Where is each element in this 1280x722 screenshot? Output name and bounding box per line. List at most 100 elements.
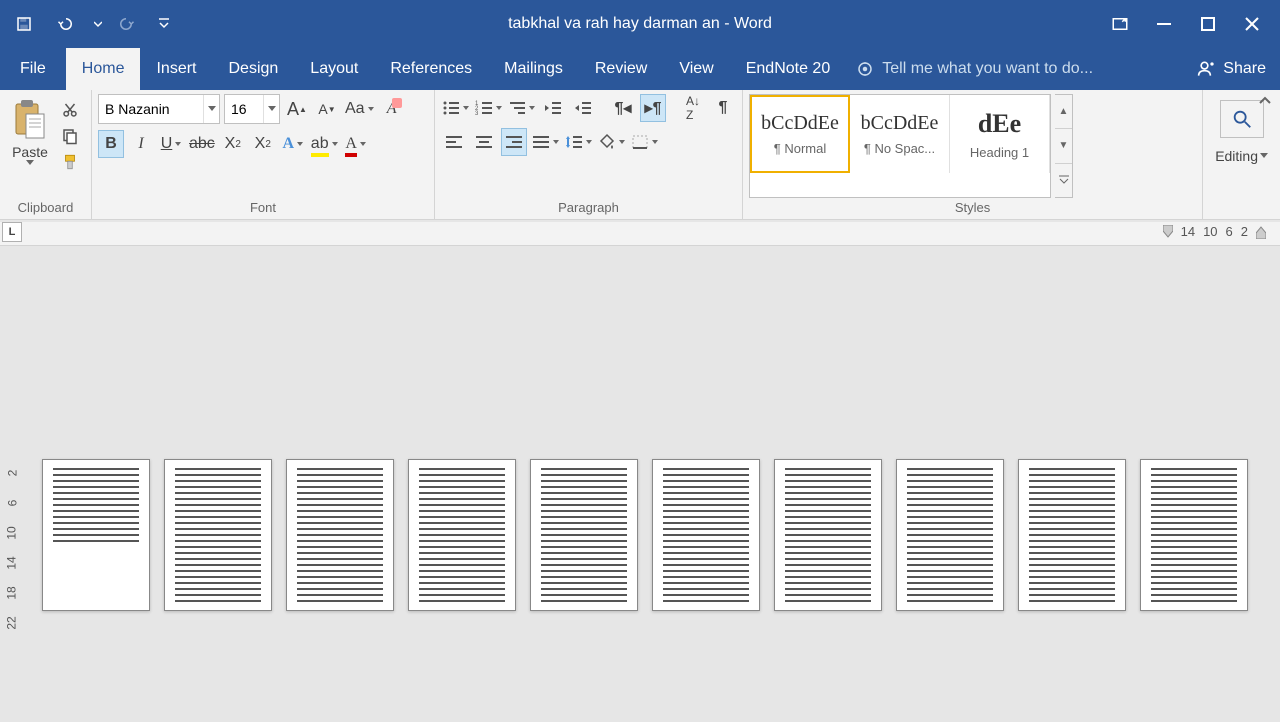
borders-button[interactable]	[630, 128, 659, 156]
horizontal-ruler[interactable]: 14 10 6 2	[1163, 224, 1266, 239]
styles-expand[interactable]	[1055, 164, 1072, 197]
style-preview: dEe	[978, 109, 1021, 139]
bold-button[interactable]: B	[98, 130, 124, 158]
redo-button[interactable]	[110, 8, 142, 40]
minimize-button[interactable]	[1144, 8, 1184, 40]
page-thumbnail[interactable]	[896, 459, 1004, 611]
tab-selector[interactable]: L	[2, 222, 22, 242]
decrease-indent-button[interactable]	[540, 94, 566, 122]
page-thumbnail[interactable]	[652, 459, 760, 611]
style-no-spacing[interactable]: bCcDdEe ¶ No Spac...	[850, 95, 950, 173]
page-thumbnail[interactable]	[408, 459, 516, 611]
increase-indent-button[interactable]	[570, 94, 596, 122]
cut-button[interactable]	[58, 98, 82, 122]
rtl-direction-button[interactable]: ▸¶	[640, 94, 666, 122]
font-size-combo[interactable]: 16	[224, 94, 280, 124]
tab-references[interactable]: References	[374, 48, 488, 90]
font-name-combo[interactable]: B Nazanin	[98, 94, 220, 124]
show-hide-button[interactable]: ¶	[710, 94, 736, 122]
undo-button[interactable]	[46, 8, 86, 40]
tab-mailings[interactable]: Mailings	[488, 48, 579, 90]
format-painter-button[interactable]	[58, 150, 82, 174]
window-title: tabkhal va rah hay darman an - Word	[508, 15, 772, 33]
font-size-dropdown[interactable]	[263, 95, 279, 123]
document-canvas[interactable]: 2 6 10 14 18 22	[0, 246, 1280, 722]
superscript-button[interactable]: X2	[250, 130, 276, 158]
style-name: ¶ No Spac...	[864, 141, 935, 156]
highlight-button[interactable]: ab	[310, 130, 339, 158]
paste-button[interactable]: Paste	[6, 94, 54, 168]
styles-gallery[interactable]: bCcDdEe ¶ Normal bCcDdEe ¶ No Spac... dE…	[749, 94, 1051, 198]
styles-scroll-down[interactable]: ▼	[1055, 129, 1072, 163]
shrink-font-button[interactable]: A▼	[314, 95, 340, 123]
line-spacing-button[interactable]	[564, 128, 593, 156]
svg-text:3: 3	[475, 111, 479, 116]
vertical-ruler[interactable]: 2 6 10 14 18 22	[2, 458, 22, 638]
numbering-button[interactable]: 123	[474, 94, 503, 122]
align-right-button[interactable]	[501, 128, 527, 156]
collapse-ribbon-button[interactable]	[1256, 92, 1274, 110]
tab-home[interactable]: Home	[66, 48, 141, 90]
page-thumbnail[interactable]	[530, 459, 638, 611]
undo-dropdown[interactable]	[92, 20, 104, 28]
tell-me-search[interactable]: Tell me what you want to do...	[856, 60, 1093, 78]
maximize-button[interactable]	[1188, 8, 1228, 40]
style-preview: bCcDdEe	[761, 112, 839, 135]
share-button[interactable]: Share	[1183, 48, 1280, 90]
tab-layout[interactable]: Layout	[294, 48, 374, 90]
chevron-down-icon	[1260, 153, 1268, 159]
indent-marker-icon[interactable]	[1256, 225, 1266, 239]
justify-button[interactable]	[531, 128, 560, 156]
underline-button[interactable]: U	[158, 130, 184, 158]
clipboard-icon	[10, 96, 50, 144]
tab-design[interactable]: Design	[212, 48, 294, 90]
tell-me-placeholder: Tell me what you want to do...	[882, 60, 1093, 78]
align-left-button[interactable]	[441, 128, 467, 156]
clear-formatting-button[interactable]: A	[379, 95, 405, 123]
multilevel-list-button[interactable]	[507, 94, 536, 122]
ltr-direction-button[interactable]: ¶◂	[610, 94, 636, 122]
share-label: Share	[1223, 60, 1266, 78]
sort-button[interactable]: A↓Z	[680, 94, 706, 122]
chevron-down-icon	[26, 160, 34, 166]
page-thumbnail[interactable]	[286, 459, 394, 611]
subscript-button[interactable]: X2	[220, 130, 246, 158]
style-heading1[interactable]: dEe Heading 1	[950, 95, 1050, 173]
page-thumbnail[interactable]	[1018, 459, 1126, 611]
page-thumbnail[interactable]	[164, 459, 272, 611]
tab-insert[interactable]: Insert	[140, 48, 212, 90]
strikethrough-button[interactable]: abc	[188, 130, 216, 158]
paragraph-group-label: Paragraph	[441, 198, 736, 217]
tab-endnote[interactable]: EndNote 20	[730, 48, 847, 90]
clipboard-group-label: Clipboard	[6, 198, 85, 217]
text-effects-button[interactable]: A	[280, 130, 306, 158]
paste-label: Paste	[12, 144, 48, 160]
save-button[interactable]	[8, 8, 40, 40]
align-center-button[interactable]	[471, 128, 497, 156]
italic-button[interactable]: I	[128, 130, 154, 158]
tab-review[interactable]: Review	[579, 48, 663, 90]
shading-button[interactable]	[597, 128, 626, 156]
page-thumbnail[interactable]	[42, 459, 150, 611]
style-name: Heading 1	[970, 145, 1029, 160]
copy-button[interactable]	[58, 124, 82, 148]
style-normal[interactable]: bCcDdEe ¶ Normal	[750, 95, 850, 173]
styles-group-label: Styles	[749, 198, 1196, 217]
grow-font-button[interactable]: A▲	[284, 95, 310, 123]
font-name-value: B Nazanin	[99, 101, 203, 117]
font-group-label: Font	[98, 198, 428, 217]
indent-marker-icon[interactable]	[1163, 225, 1173, 239]
font-name-dropdown[interactable]	[203, 95, 219, 123]
font-color-button[interactable]: A	[343, 130, 369, 158]
change-case-button[interactable]: Aa	[344, 95, 375, 123]
close-button[interactable]	[1232, 8, 1272, 40]
bullets-button[interactable]	[441, 94, 470, 122]
editing-label[interactable]: Editing	[1215, 148, 1268, 164]
styles-scroll-up[interactable]: ▲	[1055, 95, 1072, 129]
page-thumbnail[interactable]	[1140, 459, 1248, 611]
tab-view[interactable]: View	[663, 48, 729, 90]
qat-customize[interactable]	[158, 18, 170, 30]
page-thumbnail[interactable]	[774, 459, 882, 611]
ribbon-display-options[interactable]	[1100, 8, 1140, 40]
tab-file[interactable]: File	[0, 48, 66, 90]
